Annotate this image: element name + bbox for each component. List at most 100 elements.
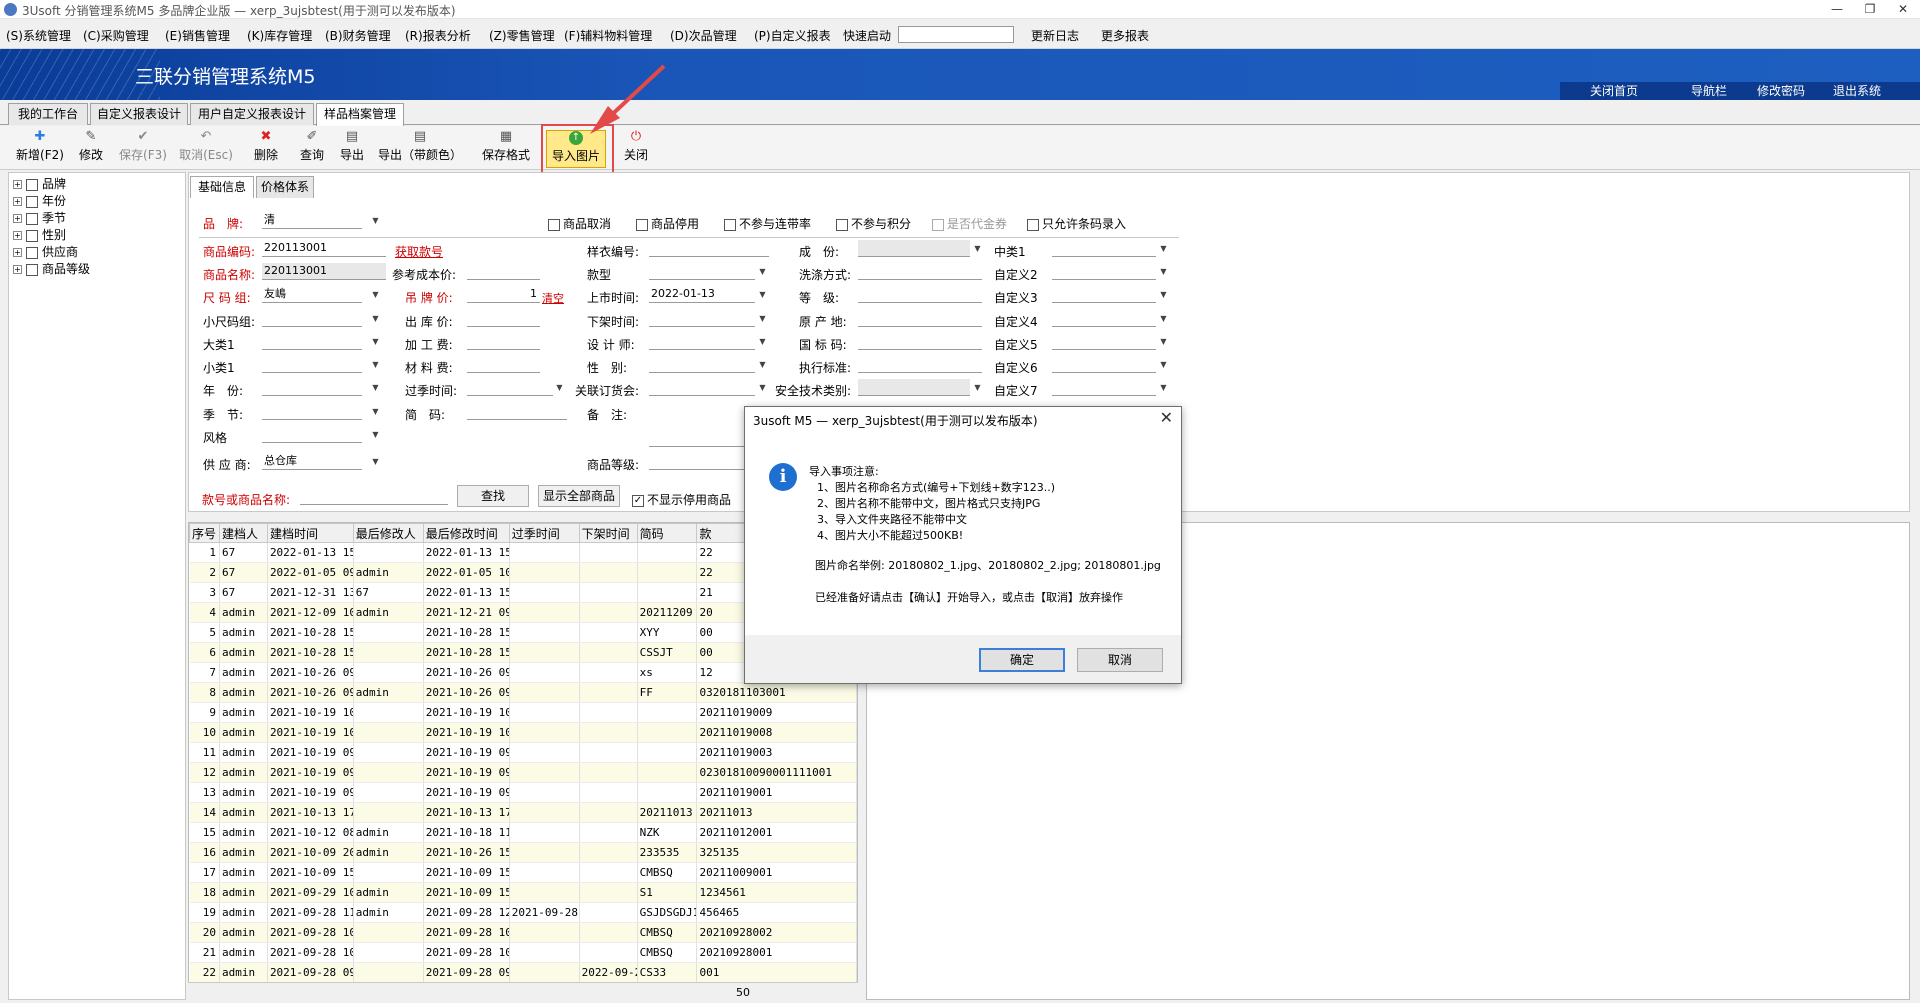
export-button[interactable]: ▤ 导出 <box>336 130 368 168</box>
checkbox-no-points[interactable]: 不参与积分 <box>836 215 911 232</box>
menu-sales[interactable]: (E)销售管理 <box>165 27 230 44</box>
wash-method-field[interactable] <box>858 263 982 280</box>
table-row[interactable]: 14 admin 2021-10-13 17 2021-10-13 17: 202110… <box>189 802 857 823</box>
chevron-down-icon[interactable]: ▼ <box>756 380 769 395</box>
small-size-group-field[interactable] <box>262 310 362 327</box>
safety-category-field[interactable] <box>858 379 970 396</box>
col-seq[interactable]: 序号 <box>189 523 220 543</box>
chevron-down-icon[interactable]: ▼ <box>369 404 382 419</box>
style-field[interactable] <box>262 426 362 443</box>
chevron-down-icon[interactable]: ▼ <box>1157 264 1170 279</box>
table-row[interactable]: 18 admin 2021-09-29 10 admin 2021-10-09 15: S… <box>189 882 857 903</box>
ref-cost-field[interactable] <box>467 263 540 280</box>
brand-field[interactable]: 清 <box>262 212 362 229</box>
order-fair-field[interactable] <box>649 379 755 396</box>
national-code-field[interactable] <box>858 333 982 350</box>
col-offshelf-time[interactable]: 下架时间 <box>578 523 638 543</box>
tab-workbench[interactable]: 我的工作台 <box>8 103 88 125</box>
save-format-button[interactable]: ▦ 保存格式 <box>478 130 534 168</box>
col-created-time[interactable]: 建档时间 <box>266 523 354 543</box>
new-button[interactable]: ✚ 新增(F2) <box>14 130 66 168</box>
cancel-button[interactable]: ↶ 取消(Esc) <box>176 130 236 168</box>
checkbox-barcode-only[interactable]: 只允许条码录入 <box>1027 215 1126 232</box>
chevron-down-icon[interactable]: ▼ <box>1157 311 1170 326</box>
save-button[interactable]: ✔ 保存(F3) <box>116 130 170 168</box>
chevron-down-icon[interactable]: ▼ <box>369 454 382 469</box>
subtab-basic-info[interactable]: 基础信息 <box>190 176 254 198</box>
tree-node-year[interactable]: + 年份 <box>13 192 66 208</box>
query-button[interactable]: ✐ 查询 <box>296 130 328 168</box>
sample-number-field[interactable] <box>649 240 769 257</box>
year-field[interactable] <box>262 379 362 396</box>
chevron-down-icon[interactable]: ▼ <box>369 357 382 372</box>
quick-launch-input[interactable] <box>898 26 1014 43</box>
checkbox-hide-disabled[interactable]: ✓ 不显示停用商品 <box>632 491 731 508</box>
menu-defects[interactable]: (D)次品管理 <box>670 27 737 44</box>
tree-node-brand[interactable]: + 品牌 <box>13 175 66 191</box>
nav-logout[interactable]: 退出系统 <box>1833 82 1881 100</box>
chevron-down-icon[interactable]: ▼ <box>756 357 769 372</box>
chevron-down-icon[interactable]: ▼ <box>1157 241 1170 256</box>
col-last-modifier[interactable]: 最后修改人 <box>352 523 424 543</box>
tree-node-gender[interactable]: + 性别 <box>13 226 66 242</box>
subtab-price-system[interactable]: 价格体系 <box>256 176 314 198</box>
tab-user-report-design[interactable]: 用户自定义报表设计 <box>190 103 314 125</box>
close-window-button[interactable]: ✕ <box>1886 0 1920 18</box>
category1-field[interactable] <box>262 333 362 350</box>
product-code-field[interactable]: 220113001 <box>262 240 386 257</box>
col-short-code[interactable]: 简码 <box>636 523 698 543</box>
chevron-down-icon[interactable]: ▼ <box>369 287 382 302</box>
tree-node-season[interactable]: + 季节 <box>13 209 66 225</box>
table-row[interactable]: 15 admin 2021-10-12 08 admin 2021-10-18 11: N… <box>189 822 857 843</box>
process-fee-field[interactable] <box>467 333 540 350</box>
delete-button[interactable]: ✖ 删除 <box>250 130 282 168</box>
subcategory1-field[interactable] <box>262 356 362 373</box>
grade-field[interactable] <box>649 453 745 470</box>
checkbox-no-bundle-rate[interactable]: 不参与连带率 <box>724 215 811 232</box>
origin-field[interactable] <box>858 310 982 327</box>
table-row[interactable]: 13 admin 2021-10-19 09 2021-10-19 09: 202110… <box>189 782 857 803</box>
menu-update-log[interactable]: 更新日志 <box>1031 27 1079 44</box>
composition-field[interactable] <box>858 240 970 257</box>
chevron-down-icon[interactable]: ▼ <box>756 287 769 302</box>
chevron-down-icon[interactable]: ▼ <box>553 380 566 395</box>
custom3-field[interactable] <box>1052 286 1156 303</box>
menu-materials[interactable]: (F)辅料物料管理 <box>564 27 652 44</box>
menu-inventory[interactable]: (K)库存管理 <box>247 27 312 44</box>
menu-retail[interactable]: (Z)零售管理 <box>489 27 555 44</box>
table-row[interactable]: 10 admin 2021-10-19 10 2021-10-19 10: 202110… <box>189 722 857 743</box>
short-code-field[interactable] <box>467 403 567 420</box>
menu-custom-reports[interactable]: (P)自定义报表 <box>754 27 831 44</box>
checkbox-product-disable[interactable]: 商品停用 <box>636 215 699 232</box>
chevron-down-icon[interactable]: ▼ <box>369 213 382 228</box>
tab-sample-archive[interactable]: 样品档案管理 <box>316 103 404 126</box>
level-field[interactable] <box>858 286 982 303</box>
table-row[interactable]: 8 admin 2021-10-26 09 admin 2021-10-26 09: FF… <box>189 682 857 703</box>
midcategory1-field[interactable] <box>1052 240 1156 257</box>
checkbox-voucher[interactable]: 是否代金券 <box>932 215 1007 232</box>
tab-report-design[interactable]: 自定义报表设计 <box>90 103 188 125</box>
restore-button[interactable]: ❐ <box>1853 0 1887 18</box>
dialog-ok-button[interactable]: 确定 <box>979 648 1065 672</box>
dialog-cancel-button[interactable]: 取消 <box>1077 648 1163 672</box>
chevron-down-icon[interactable]: ▼ <box>1157 334 1170 349</box>
export-color-button[interactable]: ▤ 导出（带颜色） <box>378 130 462 168</box>
custom4-field[interactable] <box>1052 310 1156 327</box>
tag-price-field[interactable]: 1 <box>467 286 540 303</box>
standard-field[interactable] <box>858 356 982 373</box>
chevron-down-icon[interactable]: ▼ <box>756 311 769 326</box>
col-creator[interactable]: 建档人 <box>218 523 268 543</box>
table-row[interactable]: 12 admin 2021-10-19 09 2021-10-19 09: 023018… <box>189 762 857 783</box>
custom5-field[interactable] <box>1052 333 1156 350</box>
launch-time-field[interactable]: 2022-01-13 <box>649 286 755 303</box>
chevron-down-icon[interactable]: ▼ <box>1157 380 1170 395</box>
table-row[interactable]: 16 admin 2021-10-09 20 admin 2021-10-26 15: 2… <box>189 842 857 863</box>
chevron-down-icon[interactable]: ▼ <box>756 334 769 349</box>
find-button[interactable]: 查找 <box>457 485 529 507</box>
search-input[interactable] <box>300 488 448 505</box>
menu-purchase[interactable]: (C)采购管理 <box>83 27 149 44</box>
checkbox-product-cancel[interactable]: 商品取消 <box>548 215 611 232</box>
size-group-field[interactable]: 友嶋 <box>262 286 362 303</box>
col-last-modified-time[interactable]: 最后修改时间 <box>422 523 510 543</box>
chevron-down-icon[interactable]: ▼ <box>756 264 769 279</box>
